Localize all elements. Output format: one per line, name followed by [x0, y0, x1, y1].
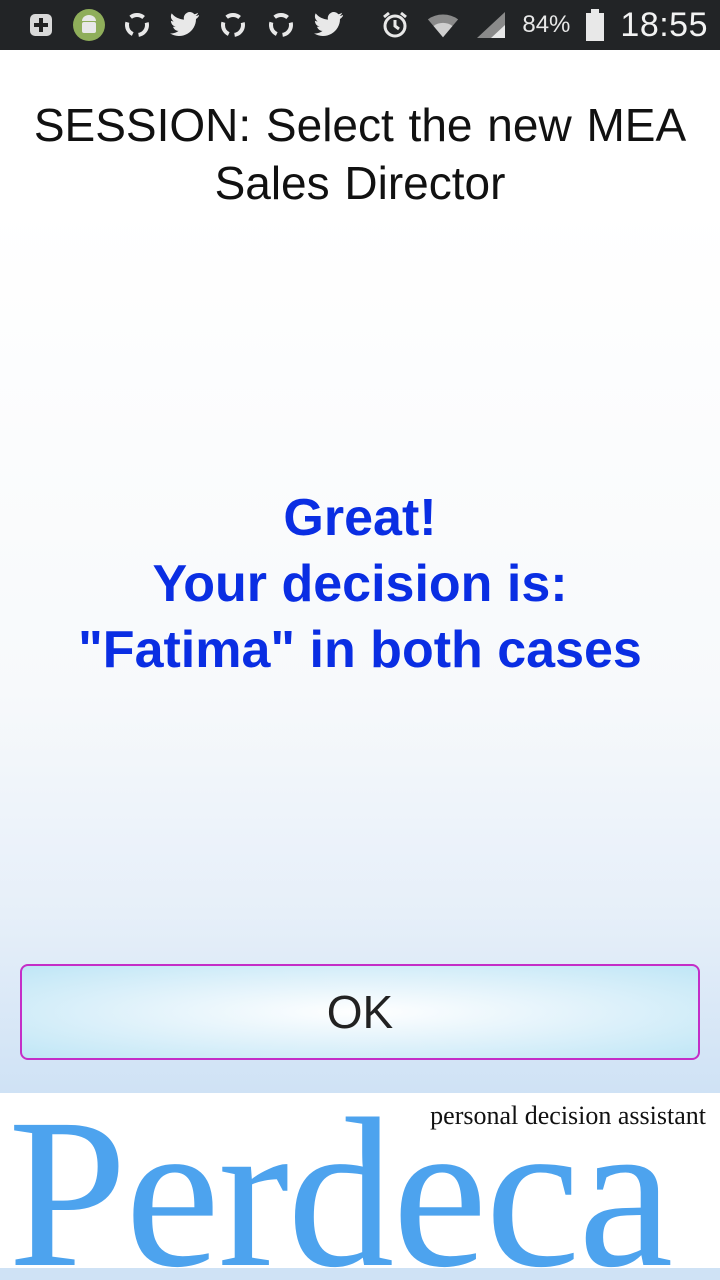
notification-icons — [24, 8, 346, 42]
add-icon — [24, 8, 58, 42]
status-bar: 84% 18:55 — [0, 0, 720, 50]
brand-tagline: personal decision assistant — [430, 1101, 706, 1130]
brand-footer: Perdeca personal decision assistant — [0, 1093, 720, 1280]
ok-button[interactable]: OK — [20, 964, 700, 1060]
alarm-icon — [378, 8, 412, 42]
twitter-icon — [168, 8, 202, 42]
twitter-icon — [312, 8, 346, 42]
battery-percent: 84% — [522, 11, 571, 38]
system-icons: 84% 18:55 — [378, 6, 708, 45]
sync-icon — [264, 8, 298, 42]
bottom-strip — [0, 1268, 720, 1280]
signal-icon — [474, 8, 508, 42]
clock-time: 18:55 — [620, 5, 708, 44]
session-title: SESSION: Select the new MEA Sales Direct… — [33, 99, 687, 209]
sync-icon — [216, 8, 250, 42]
result-line-decision: Your decision is: — [152, 555, 568, 613]
android-icon — [72, 8, 106, 42]
decision-result: Great! Your decision is: "Fatima" in bot… — [0, 485, 720, 683]
wifi-icon — [426, 8, 460, 42]
result-line-choice: "Fatima" in both cases — [78, 621, 642, 679]
battery-icon — [584, 8, 606, 42]
sync-icon — [120, 8, 154, 42]
result-line-great: Great! — [283, 489, 437, 547]
